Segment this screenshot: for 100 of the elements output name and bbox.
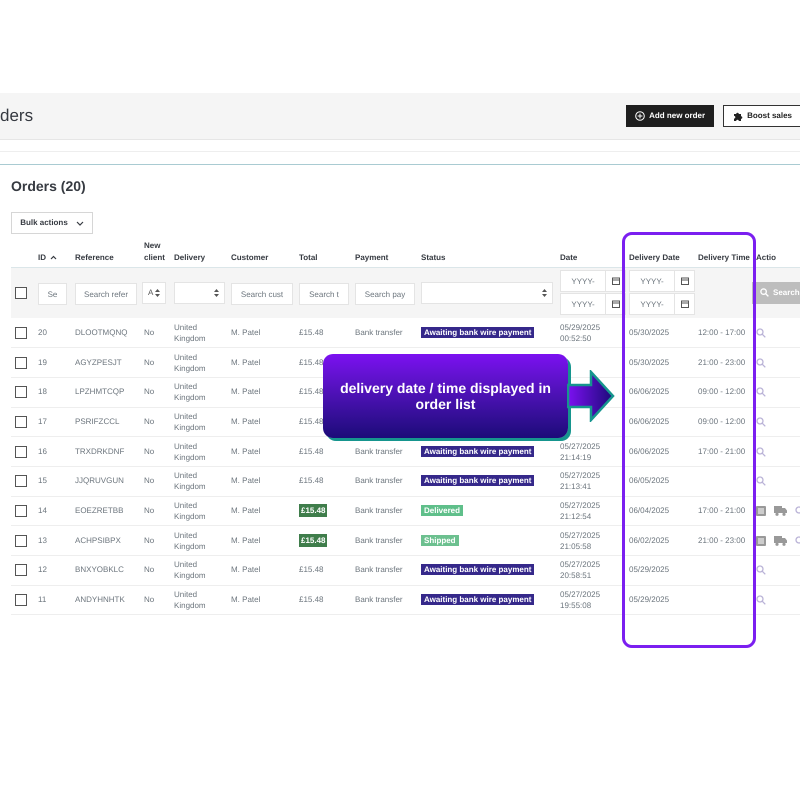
status-badge: Awaiting bank wire payment <box>421 475 534 486</box>
row-checkbox[interactable] <box>15 326 27 339</box>
boost-sales-button[interactable]: Boost sales <box>723 105 800 127</box>
row-checkbox[interactable] <box>15 504 27 517</box>
plus-circle-icon <box>635 111 646 121</box>
delivery-country: United Kingdom <box>174 590 206 610</box>
column-header[interactable]: Date <box>560 252 578 264</box>
customer-name: M. Patel <box>231 536 260 545</box>
order-date: 05/29/2025 00:52:50 <box>560 322 602 344</box>
row-checkbox[interactable] <box>15 386 27 398</box>
delivery-country: United Kingdom <box>174 471 206 492</box>
date-filter-field[interactable]: YYYY- <box>629 293 675 316</box>
calendar-button[interactable] <box>675 293 695 316</box>
new-client-value: No <box>144 446 154 456</box>
delivery-date: 06/05/2025 <box>629 476 670 486</box>
delivery-country: United Kingdom <box>174 560 206 580</box>
sort-caret-icon[interactable] <box>50 255 57 260</box>
delivery-date: 05/29/2025 <box>629 595 670 604</box>
order-total: £15.48 <box>299 565 324 574</box>
column-header[interactable]: Delivery Time <box>698 252 750 264</box>
customer-filter-field[interactable]: Search cust <box>231 283 293 305</box>
status-badge: Awaiting bank wire payment <box>421 564 534 576</box>
column-header[interactable]: Delivery Date <box>629 252 680 264</box>
order-total: £15.48 <box>299 504 328 517</box>
section-title: Orders (20) <box>11 177 86 195</box>
new-client-value: No <box>144 506 154 515</box>
order-total: £15.48 <box>299 534 328 547</box>
status-badge: Awaiting bank wire payment <box>421 326 534 338</box>
order-total: £15.48 <box>299 446 324 456</box>
date-filter-field[interactable]: YYYY- <box>560 293 606 316</box>
row-checkbox[interactable] <box>15 534 27 547</box>
customer-name: M. Patel <box>231 506 260 515</box>
row-checkbox[interactable] <box>15 356 27 369</box>
order-id: 13 <box>38 536 47 545</box>
truck-icon[interactable] <box>774 506 787 516</box>
select-arrows-icon <box>155 288 160 297</box>
column-header[interactable]: Payment <box>355 252 388 264</box>
truck-icon[interactable] <box>774 536 787 546</box>
column-header[interactable]: ID <box>38 252 57 264</box>
status-badge: Awaiting bank wire payment <box>421 446 534 457</box>
select-field[interactable] <box>421 282 553 304</box>
reference-filter-field[interactable]: Search refer <box>75 283 137 305</box>
delivery-time: 17:00 - 21:00 <box>698 506 746 515</box>
calendar-icon <box>612 300 620 308</box>
calendar-button[interactable] <box>675 270 695 292</box>
new-client-value: No <box>144 565 154 574</box>
column-header[interactable]: New client <box>144 240 170 264</box>
order-reference: TRXDRKDNF <box>75 446 124 456</box>
column-header[interactable]: Customer <box>231 252 268 264</box>
list-icon[interactable] <box>756 536 766 546</box>
order-date: 05/27/2025 20:58:51 <box>560 559 602 582</box>
customer-name: M. Patel <box>231 416 260 426</box>
delivery-date: 06/02/2025 <box>629 536 670 545</box>
order-date: 05/27/2025 21:13:41 <box>560 470 602 492</box>
new-client-value: No <box>144 387 154 396</box>
order-id: 20 <box>38 328 47 337</box>
delivery-date: 05/30/2025 <box>629 328 670 337</box>
calendar-icon <box>680 300 688 308</box>
add-order-button[interactable]: Add new order <box>626 105 714 127</box>
delivery-country: United Kingdom <box>174 352 206 373</box>
order-date: 05/27/2025 19:55:08 <box>560 589 602 612</box>
column-header[interactable]: Reference <box>75 252 114 264</box>
order-reference: EOEZRETBB <box>75 506 124 515</box>
delivery-date: 05/30/2025 <box>629 358 670 367</box>
row-checkbox[interactable] <box>15 446 27 458</box>
new-client-value: No <box>144 595 154 604</box>
order-id: 19 <box>38 358 47 367</box>
delivery-date: 05/29/2025 <box>629 565 670 574</box>
select-field[interactable] <box>174 282 225 304</box>
payment-filter-field[interactable]: Search pay <box>355 283 415 305</box>
select-field[interactable]: A <box>142 282 166 304</box>
order-reference: ANDYHNHTK <box>75 595 125 604</box>
date-filter-field[interactable]: YYYY- <box>560 270 606 292</box>
row-checkbox[interactable] <box>15 475 27 488</box>
payment-method: Bank transfer <box>355 565 403 574</box>
order-reference: AGYZPESJT <box>75 358 122 367</box>
column-header[interactable]: Delivery <box>174 252 206 264</box>
search-icon <box>760 288 769 298</box>
calendar-icon <box>612 277 620 286</box>
customer-name: M. Patel <box>231 358 260 367</box>
row-checkbox[interactable] <box>15 564 27 576</box>
list-icon[interactable] <box>756 506 766 516</box>
delivery-time: 09:00 - 12:00 <box>698 387 746 396</box>
column-header[interactable]: Status <box>421 252 446 264</box>
row-checkbox[interactable] <box>15 416 27 428</box>
chevron-down-icon <box>76 220 84 226</box>
payment-method: Bank transfer <box>355 446 403 456</box>
bulk-actions-dropdown[interactable]: Bulk actions <box>11 212 93 234</box>
total-filter-field[interactable]: Search t <box>299 283 349 305</box>
arrow-icon <box>567 370 615 422</box>
row-checkbox[interactable] <box>15 286 27 299</box>
column-header[interactable]: Actio <box>756 252 776 264</box>
row-checkbox[interactable] <box>15 594 27 606</box>
id-filter-field[interactable]: Se <box>38 283 67 305</box>
new-client-value: No <box>144 328 154 337</box>
order-total: £15.48 <box>299 328 324 337</box>
delivery-time: 09:00 - 12:00 <box>698 416 746 426</box>
date-filter-field[interactable]: YYYY- <box>629 270 675 292</box>
order-id: 11 <box>38 595 46 604</box>
column-header[interactable]: Total <box>299 252 318 264</box>
